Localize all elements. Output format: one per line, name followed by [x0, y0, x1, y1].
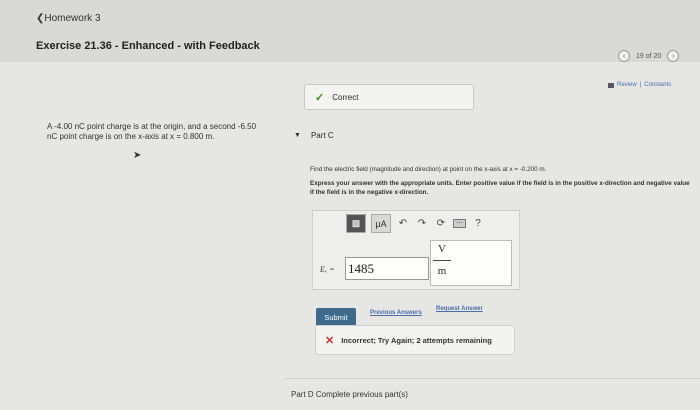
request-answer-link[interactable]: Request Answer: [436, 306, 483, 312]
part-d-text: Complete previous part(s): [315, 390, 408, 399]
answer-value-input[interactable]: 1485: [345, 257, 429, 280]
review-constants-links: Review | Constants: [608, 82, 671, 88]
keyboard-icon[interactable]: ⋯: [453, 219, 466, 228]
collapse-triangle-icon[interactable]: ▼: [294, 132, 301, 139]
part-c-header[interactable]: ▼ Part C: [294, 131, 334, 140]
math-toolbar: ▩ μA ↶ ↷ ⟳ ⋯ ?: [346, 214, 485, 233]
help-icon[interactable]: ?: [471, 218, 485, 229]
top-header: [0, 0, 700, 62]
exercise-title: Exercise 21.36 - Enhanced - with Feedbac…: [36, 40, 260, 52]
part-d-header[interactable]: Part D Complete previous part(s): [291, 390, 408, 399]
review-icon: [608, 82, 614, 88]
review-link[interactable]: Review: [617, 82, 637, 88]
redo-icon[interactable]: ↷: [415, 218, 429, 229]
feedback-text: Incorrect; Try Again; 2 attempts remaini…: [341, 335, 492, 345]
units-numerator: V: [438, 243, 446, 255]
reset-icon[interactable]: ⟳: [434, 218, 448, 229]
mouse-cursor-icon: ➤: [133, 150, 142, 161]
prev-icon[interactable]: ‹: [618, 50, 630, 62]
pager-text: 19 of 20: [636, 52, 662, 60]
checkmark-icon: ✓: [315, 91, 325, 104]
part-c-label: Part C: [310, 131, 334, 140]
fraction-bar: [433, 260, 451, 261]
previous-answers-link[interactable]: Previous Answers: [370, 310, 422, 316]
pager: ‹ 19 of 20 ›: [618, 50, 680, 62]
units-button[interactable]: μA: [371, 214, 391, 233]
back-to-homework-link[interactable]: ❮Homework 3: [36, 13, 101, 24]
correct-label: Correct: [332, 92, 359, 102]
part-c-question: Find the electric field (magnitude and d…: [310, 166, 547, 173]
part-d-label: Part D: [291, 390, 314, 399]
divider: [285, 378, 700, 379]
answer-label: Eₓ =: [320, 265, 335, 274]
submit-button[interactable]: Submit: [316, 308, 356, 326]
constants-link[interactable]: Constants: [644, 82, 671, 88]
templates-icon[interactable]: ▩: [346, 214, 366, 233]
part-c-instructions: Express your answer with the appropriate…: [310, 180, 690, 196]
incorrect-feedback: ✕ Incorrect; Try Again; 2 attempts remai…: [315, 325, 515, 355]
x-icon: ✕: [325, 334, 335, 347]
units-denominator: m: [437, 265, 447, 277]
undo-icon[interactable]: ↶: [396, 218, 410, 229]
link-separator: |: [639, 82, 642, 88]
next-icon[interactable]: ›: [667, 50, 680, 62]
part-b-feedback: ✓ Correct: [304, 84, 474, 110]
problem-statement: A -4.00 nC point charge is at the origin…: [47, 122, 257, 141]
